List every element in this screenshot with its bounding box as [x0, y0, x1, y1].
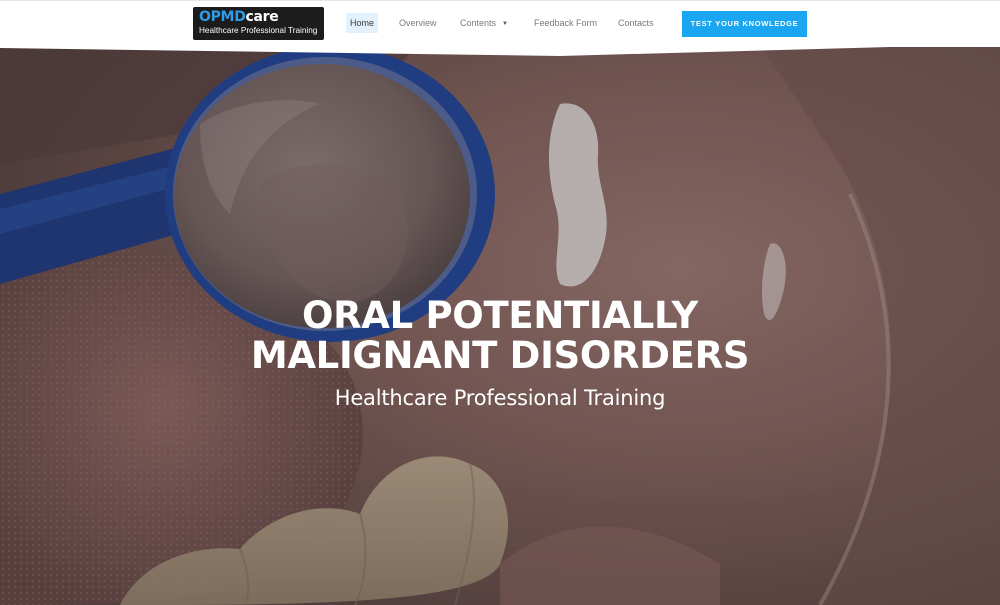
- logo-tagline: Healthcare Professional Training: [199, 26, 318, 35]
- site-logo[interactable]: OPMD care Healthcare Professional Traini…: [193, 7, 324, 40]
- nav-item-overview[interactable]: Overview: [399, 13, 437, 33]
- nav-item-contents[interactable]: Contents ▼: [460, 13, 508, 33]
- test-your-knowledge-button[interactable]: TEST YOUR KNOWLEDGE: [682, 11, 807, 37]
- nav-item-contents-label: Contents: [460, 18, 497, 28]
- nav-item-contacts[interactable]: Contacts: [618, 13, 654, 33]
- logo-brand-opmd: OPMD: [199, 9, 246, 25]
- logo-brand-care: care: [245, 9, 279, 25]
- nav-item-home[interactable]: Home: [346, 13, 379, 33]
- hero-title-line-2: MALIGNANT DISORDERS: [250, 334, 750, 377]
- hero-title: ORAL POTENTIALLY MALIGNANT DISORDERS: [0, 296, 1000, 376]
- nav-item-feedback-form[interactable]: Feedback Form: [534, 13, 597, 33]
- chevron-down-icon: ▼: [502, 20, 508, 27]
- hero-title-line-1: ORAL POTENTIALLY: [301, 294, 699, 337]
- site-header: OPMD care Healthcare Professional Traini…: [0, 0, 1000, 47]
- hero-subtitle: Healthcare Professional Training: [334, 386, 666, 410]
- hero-section: ORAL POTENTIALLY MALIGNANT DISORDERS Hea…: [0, 44, 1000, 605]
